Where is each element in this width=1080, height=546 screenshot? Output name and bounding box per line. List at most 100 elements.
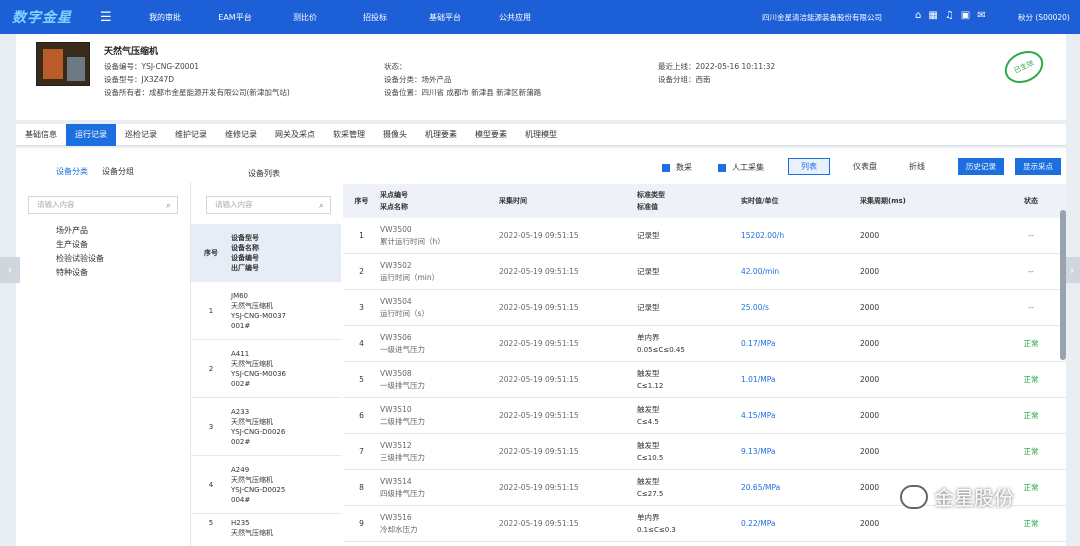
table-row[interactable]: 4 A249 天然气压缩机 YSJ-CNG-D0025 004# xyxy=(191,456,341,514)
cell-value: 42.00/min xyxy=(741,267,780,276)
cell-type: 触发型 C≤10.5 xyxy=(637,440,741,464)
cell-type: 单内界 0.1≤C≤0.3 xyxy=(637,512,741,536)
equipment-info-left: 设备编号：YSJ-CNG-Z0001 设备型号：JX3Z47D 设备所有者：成都… xyxy=(104,60,290,99)
cell-time: 2022-05-19 09:51:15 xyxy=(499,375,579,384)
grid-icon[interactable]: ▦ xyxy=(928,10,937,21)
equipment-category: 设备分类：场外产品 xyxy=(384,75,452,84)
cell-no: 2 xyxy=(359,267,364,276)
table-row[interactable]: 3 VW3504 运行时间（s） 2022-05-19 09:51:15 记录型 25.0… xyxy=(343,290,1066,326)
history-button[interactable]: 历史记录 xyxy=(958,158,1004,175)
category-item[interactable]: 特种设备 xyxy=(56,266,104,280)
device-search-input[interactable]: 请输入内容 ⌕ xyxy=(206,196,331,214)
col-type: 标准类型 标准值 xyxy=(637,191,665,211)
cell-status: 正常 xyxy=(1023,375,1039,384)
tab-mechanism[interactable]: 机理要素 xyxy=(416,124,466,146)
watermark: 金星股份 xyxy=(900,482,1014,511)
main-nav: 我的审批 EAM平台 测比价 招投标 基础平台 公共应用 xyxy=(130,12,550,23)
point-code: VW3502 xyxy=(380,260,412,270)
equipment-info-middle: 状态： 设备分类：场外产品 设备位置：四川省 成都市 新津县 新津区新蒲路 xyxy=(384,60,541,99)
home-icon[interactable]: ⌂ xyxy=(915,10,921,21)
nav-bidding[interactable]: 招投标 xyxy=(340,12,410,23)
col-status: 状态 xyxy=(1024,197,1038,205)
nav-approval[interactable]: 我的审批 xyxy=(130,12,200,23)
mail-icon[interactable]: ✉ xyxy=(977,10,985,21)
current-user[interactable]: 秋分 (S00020) xyxy=(1018,12,1070,23)
tab-basic-info[interactable]: 基础信息 xyxy=(16,124,66,146)
cell-type: 记录型 xyxy=(637,302,741,314)
dashboard-view-button[interactable]: 仪表盘 xyxy=(840,158,890,175)
cell-no: 4 xyxy=(359,339,364,348)
col-time: 采集时间 xyxy=(499,197,527,205)
point-code: VW3500 xyxy=(380,224,412,234)
table-row[interactable]: 3 A233 天然气压缩机 YSJ-CNG-D0026 002# xyxy=(191,398,341,456)
tab-model-elements[interactable]: 模型要素 xyxy=(466,124,516,146)
table-row[interactable]: 7 VW3512 三级排气压力 2022-05-19 09:51:15 触发型 C≤10.… xyxy=(343,434,1066,470)
col-cycle: 采集周期(ms) xyxy=(860,197,906,205)
tab-maintenance[interactable]: 维护记录 xyxy=(166,124,216,146)
search-icon[interactable]: ⌕ xyxy=(166,198,171,214)
tab-run-records[interactable]: 运行记录 xyxy=(66,124,116,146)
table-row[interactable]: 4 VW3506 一级进气压力 2022-05-19 09:51:15 单内界 0.05≤… xyxy=(343,326,1066,362)
cell-point: VW3500 累计运行时间（h） xyxy=(380,224,499,248)
table-row[interactable]: 1 JM60 天然气压缩机 YSJ-CNG-M0037 001# xyxy=(191,282,341,340)
category-item[interactable]: 生产设备 xyxy=(56,238,104,252)
top-navbar: 数字金星 ☰ 我的审批 EAM平台 测比价 招投标 基础平台 公共应用 四川金星… xyxy=(0,0,1080,34)
col-no: 序号 xyxy=(354,197,369,205)
tab-repair[interactable]: 维修记录 xyxy=(216,124,266,146)
tab-gateway[interactable]: 网关及采点 xyxy=(266,124,324,146)
cell-point: VW3510 二级排气压力 xyxy=(380,404,499,428)
nav-public[interactable]: 公共应用 xyxy=(480,12,550,23)
cell-value: 1.01/MPa xyxy=(741,375,776,384)
nav-eam[interactable]: EAM平台 xyxy=(200,12,270,23)
table-scrollbar[interactable] xyxy=(1060,210,1066,360)
search-icon[interactable]: ⌕ xyxy=(319,198,324,214)
table-row[interactable]: 5 H235 天然气压缩机 xyxy=(191,514,341,540)
cell-no: 7 xyxy=(359,447,364,456)
cell-type: 触发型 C≤27.5 xyxy=(637,476,741,500)
cell-no: 8 xyxy=(359,483,364,492)
table-row[interactable]: 6 VW3510 二级排气压力 2022-05-19 09:51:15 触发型 C≤4.5… xyxy=(343,398,1066,434)
category-tabs: 设备分类 设备分组 xyxy=(56,166,134,177)
equipment-header: 天然气压缩机 设备编号：YSJ-CNG-Z0001 设备型号：JX3Z47D 设… xyxy=(16,34,1066,120)
cell-cycle: 2000 xyxy=(860,411,880,420)
cell-value: 4.15/MPa xyxy=(741,411,776,420)
cell-cycle: 2000 xyxy=(860,303,880,312)
prev-arrow-icon[interactable]: ‹ xyxy=(0,257,20,283)
cell-time: 2022-05-19 09:51:15 xyxy=(499,339,579,348)
table-row[interactable]: 2 VW3502 运行时间（min） 2022-05-19 09:51:15 记录型 42… xyxy=(343,254,1066,290)
bell-icon[interactable]: ♫ xyxy=(945,10,954,21)
nav-compare[interactable]: 测比价 xyxy=(270,12,340,23)
nav-base[interactable]: 基础平台 xyxy=(410,12,480,23)
tab-camera[interactable]: 摄像头 xyxy=(374,124,416,146)
table-row[interactable]: 9 VW3516 冷却水压力 2022-05-19 09:51:15 单内界 0.1≤C≤… xyxy=(343,506,1066,542)
device-table-header: 序号 设备型号 设备名称 设备编号 出厂编号 xyxy=(191,224,341,282)
category-item[interactable]: 检验试验设备 xyxy=(56,252,104,266)
table-row[interactable]: 1 VW3500 累计运行时间（h） 2022-05-19 09:51:15 记录型 15… xyxy=(343,218,1066,254)
tab-soft-collect[interactable]: 软采管理 xyxy=(324,124,374,146)
point-code: VW3510 xyxy=(380,404,412,414)
table-row[interactable]: 2 A411 天然气压缩机 YSJ-CNG-M0036 002# xyxy=(191,340,341,398)
list-view-button[interactable]: 列表 xyxy=(788,158,830,175)
toolbar-icons: ⌂ ▦ ♫ ▣ ✉ xyxy=(915,10,986,21)
cell-cycle: 2000 xyxy=(860,231,880,240)
standard-type: 单内界 xyxy=(637,512,660,522)
tab-device-category[interactable]: 设备分类 xyxy=(56,166,88,177)
category-search-input[interactable]: 请输入内容 ⌕ xyxy=(28,196,178,214)
line-view-button[interactable]: 折线 xyxy=(896,158,938,175)
menu-icon[interactable]: ☰ xyxy=(100,10,130,25)
legend-auto-swatch xyxy=(662,163,670,172)
tab-mechanism-model[interactable]: 机理模型 xyxy=(516,124,566,146)
equipment-status: 状态： xyxy=(384,62,407,71)
category-item[interactable]: 场外产品 xyxy=(56,224,104,238)
window-icon[interactable]: ▣ xyxy=(961,10,970,21)
device-table: 序号 设备型号 设备名称 设备编号 出厂编号 1 JM60 天然气压缩机 YSJ-… xyxy=(191,224,341,540)
standard-value: 0.1≤C≤0.3 xyxy=(637,525,676,534)
tab-device-group[interactable]: 设备分组 xyxy=(102,166,134,177)
show-points-button[interactable]: 显示采点 xyxy=(1015,158,1061,175)
table-row[interactable]: 5 VW3508 一级排气压力 2022-05-19 09:51:15 触发型 C≤1.1… xyxy=(343,362,1066,398)
cell-no: 9 xyxy=(359,519,364,528)
cell-value: 0.17/MPa xyxy=(741,339,776,348)
tab-inspection[interactable]: 巡检记录 xyxy=(116,124,166,146)
row-info: A233 天然气压缩机 YSJ-CNG-D0026 002# xyxy=(231,407,286,446)
point-name: 累计运行时间（h） xyxy=(380,236,445,246)
